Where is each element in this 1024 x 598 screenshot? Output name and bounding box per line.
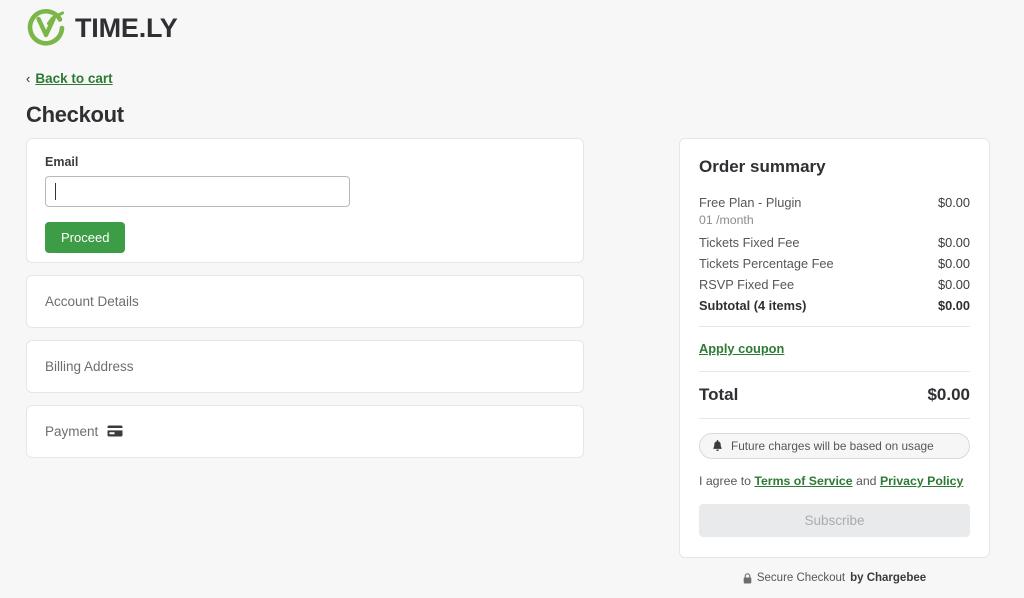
line-item-amount: $0.00 <box>937 256 970 271</box>
secure-checkout-text: Secure Checkout <box>756 572 846 584</box>
agreement-prefix: I agree to <box>699 474 755 488</box>
section-payment-label: Payment <box>45 424 99 439</box>
email-input[interactable] <box>45 176 350 207</box>
section-account-details-label: Account Details <box>45 294 139 309</box>
section-account-details[interactable]: Account Details <box>26 275 584 328</box>
line-item-name: Free Plan - Plugin <box>699 195 802 210</box>
credit-card-icon <box>107 425 123 438</box>
agreement-conjunction: and <box>852 474 880 488</box>
email-card: Email Proceed <box>26 138 584 263</box>
summary-line-item: RSVP Fixed Fee $0.00 <box>699 277 970 292</box>
section-billing-address-label: Billing Address <box>45 359 134 374</box>
total-label: Total <box>699 385 739 404</box>
summary-line-item: Tickets Fixed Fee $0.00 <box>699 235 970 250</box>
lock-icon <box>743 572 752 584</box>
order-summary-title: Order summary <box>699 157 826 176</box>
text-caret <box>55 183 56 200</box>
line-item-amount: $0.00 <box>937 235 970 250</box>
terms-of-service-link[interactable]: Terms of Service <box>754 474 852 488</box>
line-item-name: Tickets Fixed Fee <box>699 235 800 250</box>
summary-subtotal-row: Subtotal (4 items) $0.00 <box>699 298 970 313</box>
chevron-left-icon: ‹ <box>26 71 31 86</box>
payment-provider-name: by Chargebee <box>850 572 927 584</box>
divider <box>699 371 970 372</box>
privacy-policy-link[interactable]: Privacy Policy <box>880 474 963 488</box>
line-item-subtext: 01 /month <box>699 213 754 227</box>
back-to-cart[interactable]: ‹ Back to cart <box>26 71 113 86</box>
checkout-form-column: Email Proceed Account Details Billing Ad… <box>26 138 584 458</box>
line-item-amount: $0.00 <box>937 277 970 292</box>
order-summary-card: Order summary Free Plan - Plugin $0.00 0… <box>679 138 990 558</box>
line-item-name: Tickets Percentage Fee <box>699 256 834 271</box>
subtotal-label: Subtotal (4 items) <box>699 298 807 313</box>
summary-total-row: Total $0.00 <box>699 385 970 405</box>
summary-line-item: Free Plan - Plugin $0.00 <box>699 195 970 210</box>
divider <box>699 418 970 419</box>
agreement-text: I agree to Terms of Service and Privacy … <box>699 474 970 488</box>
checkout-page: TIME.LY ‹ Back to cart Checkout Email Pr… <box>0 0 1024 598</box>
brand-wordmark: TIME.LY <box>75 12 178 43</box>
total-amount: $0.00 <box>927 385 970 404</box>
section-billing-address[interactable]: Billing Address <box>26 340 584 393</box>
subtotal-amount: $0.00 <box>937 298 970 313</box>
back-to-cart-label[interactable]: Back to cart <box>35 71 112 86</box>
page-title: Checkout <box>26 102 124 127</box>
divider <box>699 326 970 327</box>
brand-logo[interactable]: TIME.LY <box>26 8 178 48</box>
line-item-name: RSVP Fixed Fee <box>699 277 795 292</box>
email-input-wrapper <box>45 176 350 207</box>
proceed-button[interactable]: Proceed <box>45 222 126 253</box>
secure-checkout-footer: Secure Checkout by Chargebee <box>679 572 990 584</box>
future-charges-notice: Future charges will be based on usage <box>699 433 970 459</box>
summary-line-item: Tickets Percentage Fee $0.00 <box>699 256 970 271</box>
future-charges-notice-text: Future charges will be based on usage <box>731 439 934 453</box>
section-payment[interactable]: Payment <box>26 405 584 458</box>
bell-icon <box>712 439 723 453</box>
subscribe-button[interactable]: Subscribe <box>699 504 970 537</box>
line-item-amount: $0.00 <box>937 195 970 210</box>
timely-check-circle-icon <box>26 8 66 48</box>
apply-coupon-link[interactable]: Apply coupon <box>699 341 784 356</box>
email-label: Email <box>45 155 79 169</box>
order-summary-column: Order summary Free Plan - Plugin $0.00 0… <box>679 138 990 584</box>
